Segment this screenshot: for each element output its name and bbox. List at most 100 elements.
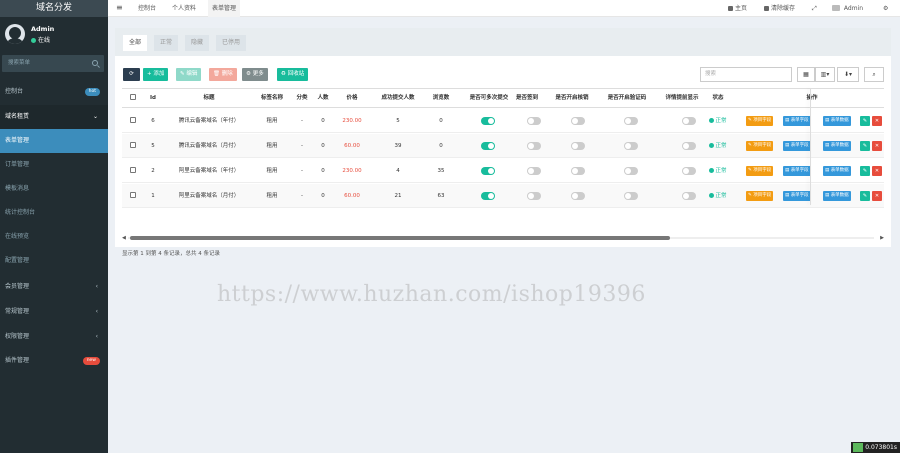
sidebar-item-template-msg[interactable]: 模板消息: [0, 177, 108, 201]
toggle-view-button[interactable]: ▦: [797, 67, 815, 82]
form-data-button[interactable]: ▤ 表单数据: [823, 141, 851, 151]
sidebar-item-auth[interactable]: 权限管理 ‹: [0, 325, 108, 349]
delete-button[interactable]: 🗑 删除: [209, 68, 237, 81]
scroll-right-icon[interactable]: ▶: [880, 235, 884, 241]
form-data-button[interactable]: ▤ 表单数据: [823, 166, 851, 176]
toggle-sign[interactable]: [527, 117, 541, 125]
sidebar-item-form-manage[interactable]: 表单管理: [0, 129, 108, 153]
search-toggle-button[interactable]: ⌕: [864, 67, 884, 82]
fullscreen-icon[interactable]: ⤢: [812, 0, 817, 17]
toggle-detail[interactable]: [682, 167, 696, 175]
refresh-button[interactable]: ⟳: [123, 68, 140, 81]
project-fields-button[interactable]: ✎ 项目字段: [746, 116, 774, 126]
toggle-verify[interactable]: [571, 142, 585, 150]
sidebar-item-orders[interactable]: 订单管理: [0, 153, 108, 177]
debug-timer[interactable]: 0.073801s: [851, 442, 900, 453]
delete-row-icon[interactable]: ✕: [872, 116, 882, 126]
cell-success: 21: [394, 193, 402, 199]
toggle-verify[interactable]: [571, 167, 585, 175]
table-search-input[interactable]: 搜索: [700, 67, 792, 82]
tab-profile[interactable]: 个人资料: [168, 0, 200, 17]
header-id[interactable]: Id: [148, 89, 158, 108]
sidebar-item-config[interactable]: 配置管理: [0, 249, 108, 273]
toggle-sign[interactable]: [527, 192, 541, 200]
tab-form-manage[interactable]: 表单管理: [208, 0, 241, 17]
select-all-checkbox[interactable]: [128, 89, 138, 108]
more-button[interactable]: ⚙ 更多: [242, 68, 268, 81]
trash-icon: [764, 5, 769, 11]
toggle-sign[interactable]: [527, 167, 541, 175]
sidebar-item-plugins[interactable]: 插件管理 new: [0, 349, 108, 373]
toggle-verify[interactable]: [571, 192, 585, 200]
toggle-detail[interactable]: [682, 142, 696, 150]
sidebar-item-stats[interactable]: 统计控制台: [0, 201, 108, 225]
cell-tag: 租用: [266, 168, 278, 174]
form-data-button[interactable]: ▤ 表单数据: [823, 116, 851, 126]
sidebar-search[interactable]: 搜索菜单: [2, 55, 104, 72]
toggle-captcha[interactable]: [624, 142, 638, 150]
form-fields-button[interactable]: ▤ 表单字段: [783, 141, 811, 151]
project-fields-button[interactable]: ✎ 项目字段: [746, 166, 774, 176]
toggle-multi[interactable]: [481, 192, 495, 200]
row-checkbox[interactable]: [128, 109, 138, 133]
edit-button[interactable]: ✎ 编辑: [176, 68, 202, 81]
delete-row-icon[interactable]: ✕: [872, 166, 882, 176]
toggle-multi[interactable]: [481, 117, 495, 125]
cell-people: 0: [321, 143, 325, 149]
project-fields-button[interactable]: ✎ 项目字段: [746, 141, 774, 151]
home-link[interactable]: 主页: [728, 0, 747, 17]
user-menu[interactable]: Admin: [832, 0, 863, 17]
menu-toggle-icon[interactable]: ≡: [116, 3, 123, 12]
brand-logo[interactable]: 域名分发: [0, 0, 108, 17]
edit-row-icon[interactable]: ✎: [860, 191, 870, 201]
export-button[interactable]: ⬇▾: [837, 67, 859, 82]
sidebar-item-preview[interactable]: 在线预览: [0, 225, 108, 249]
delete-row-icon[interactable]: ✕: [872, 141, 882, 151]
tab-hidden[interactable]: 隐藏: [185, 35, 210, 51]
form-fields-button[interactable]: ▤ 表单字段: [783, 166, 811, 176]
form-data-button[interactable]: ▤ 表单数据: [823, 191, 851, 201]
cell-category: -: [301, 193, 303, 199]
tab-disabled[interactable]: 已停用: [216, 35, 247, 51]
sidebar-item-dashboard[interactable]: 控制台 hot: [0, 80, 108, 104]
toggle-captcha[interactable]: [624, 167, 638, 175]
tab-all[interactable]: 全部: [123, 35, 148, 51]
cell-status: 正常: [705, 159, 731, 183]
recycle-button[interactable]: ♻ 回收站: [277, 68, 309, 81]
delete-row-icon[interactable]: ✕: [872, 191, 882, 201]
horizontal-scrollbar[interactable]: ◀ ▶: [122, 235, 884, 241]
form-fields-button[interactable]: ▤ 表单字段: [783, 191, 811, 201]
edit-row-icon[interactable]: ✎: [860, 166, 870, 176]
toggle-detail[interactable]: [682, 192, 696, 200]
sidebar-item-domain-rent[interactable]: 域名租赁 ⌄: [0, 105, 108, 129]
columns-button[interactable]: ▥▾: [815, 67, 835, 82]
row-checkbox[interactable]: [128, 134, 138, 158]
scroll-left-icon[interactable]: ◀: [122, 235, 126, 241]
toggle-multi[interactable]: [481, 167, 495, 175]
row-checkbox[interactable]: [128, 159, 138, 183]
tab-normal[interactable]: 正常: [154, 35, 179, 51]
form-fields-button[interactable]: ▤ 表单字段: [783, 116, 811, 126]
toggle-verify[interactable]: [571, 117, 585, 125]
header-views: 浏览数: [432, 95, 450, 101]
tab-dashboard[interactable]: 控制台: [134, 0, 160, 17]
chevron-down-icon: ⌄: [92, 113, 98, 120]
toggle-detail[interactable]: [682, 117, 696, 125]
sidebar-item-members[interactable]: 会员管理 ‹: [0, 275, 108, 299]
sidebar-item-general[interactable]: 常规管理 ‹: [0, 300, 108, 324]
project-fields-button[interactable]: ✎ 项目字段: [746, 191, 774, 201]
sidebar-search-input[interactable]: 搜索菜单: [8, 55, 30, 72]
edit-row-icon[interactable]: ✎: [860, 141, 870, 151]
toggle-captcha[interactable]: [624, 117, 638, 125]
cell-title: 腾讯云备案域名（年付）: [178, 118, 240, 124]
settings-icon[interactable]: ⚙: [883, 0, 888, 17]
scroll-thumb[interactable]: [130, 236, 670, 240]
row-checkbox[interactable]: [128, 184, 138, 208]
add-button[interactable]: + 添加: [143, 68, 169, 81]
edit-row-icon[interactable]: ✎: [860, 116, 870, 126]
toggle-captcha[interactable]: [624, 192, 638, 200]
clear-cache-link[interactable]: 清除缓存: [764, 0, 795, 17]
toggle-sign[interactable]: [527, 142, 541, 150]
toggle-multi[interactable]: [481, 142, 495, 150]
search-icon[interactable]: [92, 60, 98, 66]
